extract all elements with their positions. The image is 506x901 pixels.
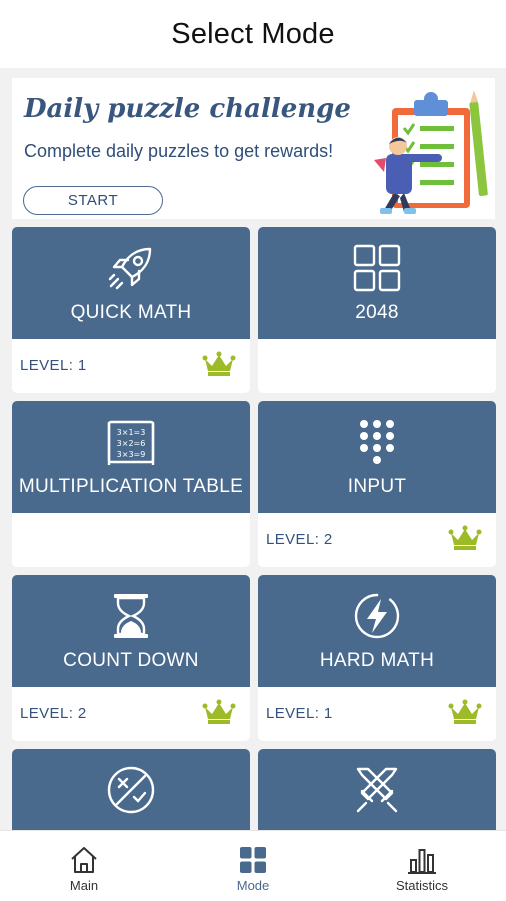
clipboard-illustration <box>374 90 488 214</box>
mode-card-input[interactable]: INPUT LEVEL: 2 <box>258 401 496 567</box>
keypad-icon <box>360 420 394 464</box>
crossed-swords-icon <box>356 767 398 813</box>
page-title: Select Mode <box>171 17 335 50</box>
mode-card-2048[interactable]: 2048 <box>258 227 496 393</box>
mode-card-count-down[interactable]: COUNT DOWN LEVEL: 2 <box>12 575 250 741</box>
start-button[interactable]: START <box>23 186 163 215</box>
mode-card-quick-math[interactable]: QUICK MATH LEVEL: 1 <box>12 227 250 393</box>
grid-icon <box>240 847 266 873</box>
daily-challenge-title: Daily puzzle challenge <box>24 94 351 124</box>
mode-label: COUNT DOWN <box>63 650 199 671</box>
nav-tab-main[interactable]: Main <box>0 831 168 901</box>
svg-text:3×3=9: 3×3=9 <box>117 450 146 459</box>
mode-list[interactable]: Daily puzzle challenge Complete daily pu… <box>0 68 506 830</box>
app-header: Select Mode <box>0 0 506 68</box>
crown-icon <box>448 525 482 550</box>
mode-label: 2048 <box>355 302 399 323</box>
daily-challenge-subtitle: Complete daily puzzles to get rewards! <box>24 141 334 161</box>
home-icon <box>71 847 97 873</box>
bottom-nav: Main Mode Statistics <box>0 830 506 901</box>
nav-label: Mode <box>236 878 270 893</box>
card-header: INPUT <box>258 401 496 513</box>
svg-text:3×2=6: 3×2=6 <box>117 439 146 448</box>
true-false-icon <box>107 766 155 814</box>
card-header: 2048 <box>258 227 496 339</box>
card-header: COUNT DOWN <box>12 575 250 687</box>
nav-label: Statistics <box>395 878 448 893</box>
mode-label: INPUT <box>347 476 407 497</box>
card-header <box>12 749 250 830</box>
grid-icon <box>353 244 401 292</box>
lightning-icon <box>354 593 400 639</box>
mode-card-true-false[interactable] <box>12 749 250 830</box>
bar-chart-icon <box>408 849 436 874</box>
crown-icon <box>202 351 236 376</box>
nav-label: Main <box>69 878 99 893</box>
mode-level: LEVEL: 1 <box>266 705 333 722</box>
hourglass-icon <box>114 594 148 638</box>
crown-icon <box>448 699 482 724</box>
rocket-icon <box>108 247 152 290</box>
card-header: HARD MATH <box>258 575 496 687</box>
mode-level: LEVEL: 1 <box>20 357 87 374</box>
mode-card-battle[interactable] <box>258 749 496 830</box>
mode-card-multiplication-table[interactable]: 3×1=3 3×2=6 3×3=9 MULTIPLICATION TABLE <box>12 401 250 567</box>
multiplication-table-icon: 3×1=3 3×2=6 3×3=9 <box>107 420 155 465</box>
mode-label: MULTIPLICATION TABLE <box>18 476 244 497</box>
mode-label: QUICK MATH <box>70 302 192 323</box>
card-header <box>258 749 496 830</box>
nav-tab-mode[interactable]: Mode <box>169 831 337 901</box>
card-header: QUICK MATH <box>12 227 250 339</box>
card-header: 3×1=3 3×2=6 3×3=9 MULTIPLICATION TABLE <box>12 401 250 513</box>
daily-challenge-banner[interactable]: Daily puzzle challenge Complete daily pu… <box>12 78 495 219</box>
mode-label: HARD MATH <box>319 650 435 671</box>
svg-text:3×1=3: 3×1=3 <box>117 428 146 437</box>
nav-tab-statistics[interactable]: Statistics <box>338 831 506 901</box>
mode-level: LEVEL: 2 <box>20 705 87 722</box>
mode-level: LEVEL: 2 <box>266 531 333 548</box>
crown-icon <box>202 699 236 724</box>
mode-card-hard-math[interactable]: HARD MATH LEVEL: 1 <box>258 575 496 741</box>
